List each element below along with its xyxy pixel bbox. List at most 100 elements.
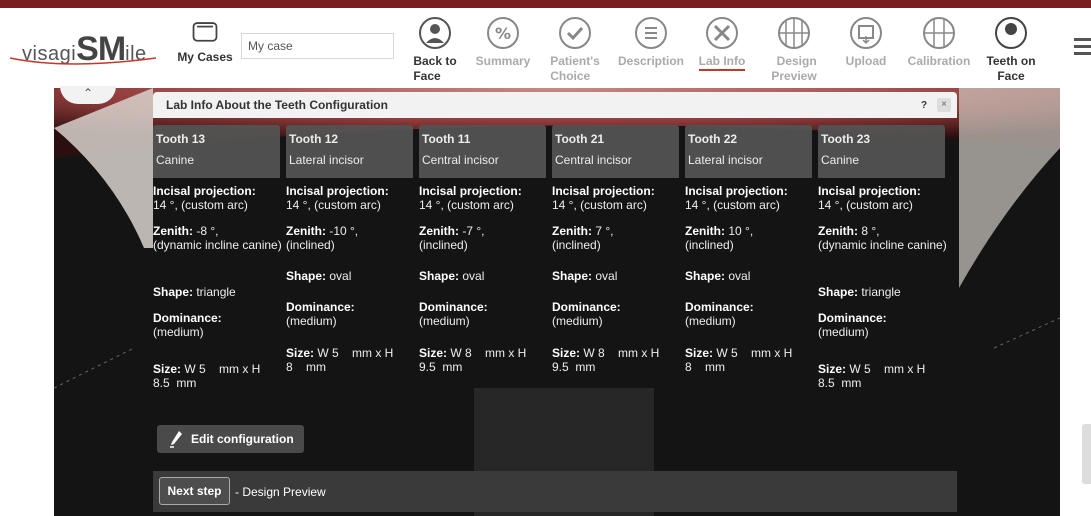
zenith-extra: (dynamic incline canine) xyxy=(818,238,947,252)
hamburger-menu-icon[interactable] xyxy=(1074,38,1091,59)
next-step-bar: Next step - Design Preview xyxy=(153,471,957,512)
tooth-number: Tooth 13 xyxy=(156,132,206,146)
nav-upload[interactable]: Upload xyxy=(840,16,892,69)
chevron-up-icon: ⌃ xyxy=(82,86,94,100)
face-icon xyxy=(419,17,451,49)
nav-description[interactable]: Description xyxy=(614,16,688,69)
nav-summary[interactable]: % Summary xyxy=(472,16,534,69)
incisal-projection: Incisal projection: 14 °, (custom arc) xyxy=(685,184,818,212)
incisal-label: Incisal projection: xyxy=(818,184,921,198)
dominance-label: Dominance: xyxy=(552,300,621,314)
size-label: Size: xyxy=(552,346,581,360)
tooth-number: Tooth 23 xyxy=(821,132,871,146)
size: Size: W 5 mm x H 8.5 mm xyxy=(153,362,286,390)
nav-back-label1: Back to xyxy=(413,54,457,68)
nav-summary-label: Summary xyxy=(475,54,531,68)
tooth-number: Tooth 22 xyxy=(688,132,738,146)
close-icon[interactable]: × xyxy=(937,98,951,112)
shape-label: Shape: xyxy=(419,269,460,283)
tooth-type: Canine xyxy=(156,153,195,167)
shape: Shape: oval xyxy=(552,269,685,283)
incisal-label: Incisal projection: xyxy=(552,184,655,198)
percent-icon: % xyxy=(487,17,519,49)
dominance: Dominance: (medium) xyxy=(286,300,419,328)
help-icon[interactable]: ? xyxy=(921,100,927,111)
size-label: Size: xyxy=(685,346,714,360)
tooth-header: Tooth 22 Lateral incisor xyxy=(685,125,812,178)
tooth-type: Central incisor xyxy=(422,153,499,167)
edit-configuration-button[interactable]: Edit configuration xyxy=(157,425,304,453)
tooth-column: Tooth 22 Lateral incisor Incisal projectio… xyxy=(685,125,812,374)
zenith: Zenith: -8 °, (dynamic incline canine) xyxy=(153,224,286,252)
zenith: Zenith: 7 °, (inclined) xyxy=(552,224,685,252)
dominance-value: (medium) xyxy=(286,314,337,328)
zenith-value: -7 °, xyxy=(459,224,485,238)
nav-design-preview[interactable]: Design Preview xyxy=(766,16,822,84)
incisal-projection: Incisal projection: 14 °, (custom arc) xyxy=(419,184,552,212)
size: Size: W 5 mm x H 8.5 mm xyxy=(818,362,951,390)
size-label: Size: xyxy=(419,346,448,360)
tooth-column: Tooth 12 Lateral incisor Incisal projectio… xyxy=(286,125,413,374)
lab-info-panel: Lab Info About the Teeth Configuration ?… xyxy=(153,88,957,516)
nav-lab-info[interactable]: Lab Info xyxy=(691,16,753,71)
shape-value: oval xyxy=(725,269,751,283)
size-value-1: W 5 mm x H xyxy=(181,362,261,376)
tooth-header: Tooth 23 Canine xyxy=(818,125,945,178)
size-label: Size: xyxy=(153,362,182,376)
shape: Shape: triangle xyxy=(818,285,951,299)
size: Size: W 8 mm x H 9.5 mm xyxy=(419,346,552,374)
zenith-label: Zenith: xyxy=(153,224,193,238)
tooth-type: Central incisor xyxy=(555,153,632,167)
size-label: Size: xyxy=(818,362,847,376)
panel-title: Lab Info About the Teeth Configuration xyxy=(166,98,388,112)
size-value-1: W 5 mm x H xyxy=(846,362,926,376)
shape: Shape: oval xyxy=(419,269,552,283)
next-step-button[interactable]: Next step xyxy=(159,477,230,505)
size-value-1: W 8 mm x H xyxy=(447,346,527,360)
tooth-column: Tooth 21 Central incisor Incisal projectio… xyxy=(552,125,679,374)
incisal-label: Incisal projection: xyxy=(419,184,522,198)
zenith-label: Zenith: xyxy=(685,224,725,238)
shape-value: oval xyxy=(326,269,352,283)
tooth-type: Lateral incisor xyxy=(289,153,364,167)
nav-design-label1: Design xyxy=(776,54,817,68)
shape-label: Shape: xyxy=(286,269,327,283)
size-value-2: 9.5 mm xyxy=(552,360,596,374)
nav-patients-choice[interactable]: Patient's Choice xyxy=(549,16,601,84)
zenith-label: Zenith: xyxy=(818,224,858,238)
incisal-projection: Incisal projection: 14 °, (custom arc) xyxy=(286,184,419,212)
zenith-label: Zenith: xyxy=(419,224,459,238)
incisal-value: 14 °, (custom arc) xyxy=(685,198,780,212)
shape-value: oval xyxy=(459,269,485,283)
nav-my-cases-label: My Cases xyxy=(177,50,233,64)
nav-calibration-label: Calibration xyxy=(907,54,971,68)
nav-back-to-face[interactable]: Back to Face xyxy=(410,16,460,84)
shape-label: Shape: xyxy=(552,269,593,283)
side-scroll-tab[interactable] xyxy=(1082,424,1091,484)
nav-choice-label2: Choice xyxy=(550,69,591,83)
incisal-projection: Incisal projection: 14 °, (custom arc) xyxy=(153,184,286,212)
dominance-value: (medium) xyxy=(419,314,470,328)
size-value-2: 8.5 mm xyxy=(818,376,862,390)
zenith: Zenith: -10 °, (inclined) xyxy=(286,224,419,252)
nav-calibration[interactable]: Calibration xyxy=(904,16,974,69)
dominance-label: Dominance: xyxy=(818,311,887,325)
zenith-value: -10 °, xyxy=(326,224,359,238)
shape-label: Shape: xyxy=(685,269,726,283)
list-icon xyxy=(635,17,667,49)
zenith-label: Zenith: xyxy=(552,224,592,238)
nav-teeth-on-face[interactable]: Teeth on Face xyxy=(982,16,1040,84)
zenith-extra: (inclined) xyxy=(685,238,734,252)
case-name-input[interactable] xyxy=(241,33,394,59)
nav-teeth-label2: Face xyxy=(997,69,1025,83)
tooth-number: Tooth 11 xyxy=(422,132,471,146)
tooth-header: Tooth 13 Canine xyxy=(153,125,280,178)
size: Size: W 8 mm x H 9.5 mm xyxy=(552,346,685,374)
dominance-label: Dominance: xyxy=(286,300,355,314)
size-value-1: W 5 mm x H xyxy=(713,346,793,360)
size-value-2: 8 mm xyxy=(286,360,327,374)
nav-choice-label1: Patient's xyxy=(550,54,600,68)
shape: Shape: oval xyxy=(286,269,419,283)
nav-my-cases[interactable]: My Cases xyxy=(174,16,236,65)
zenith-extra: (inclined) xyxy=(419,238,468,252)
